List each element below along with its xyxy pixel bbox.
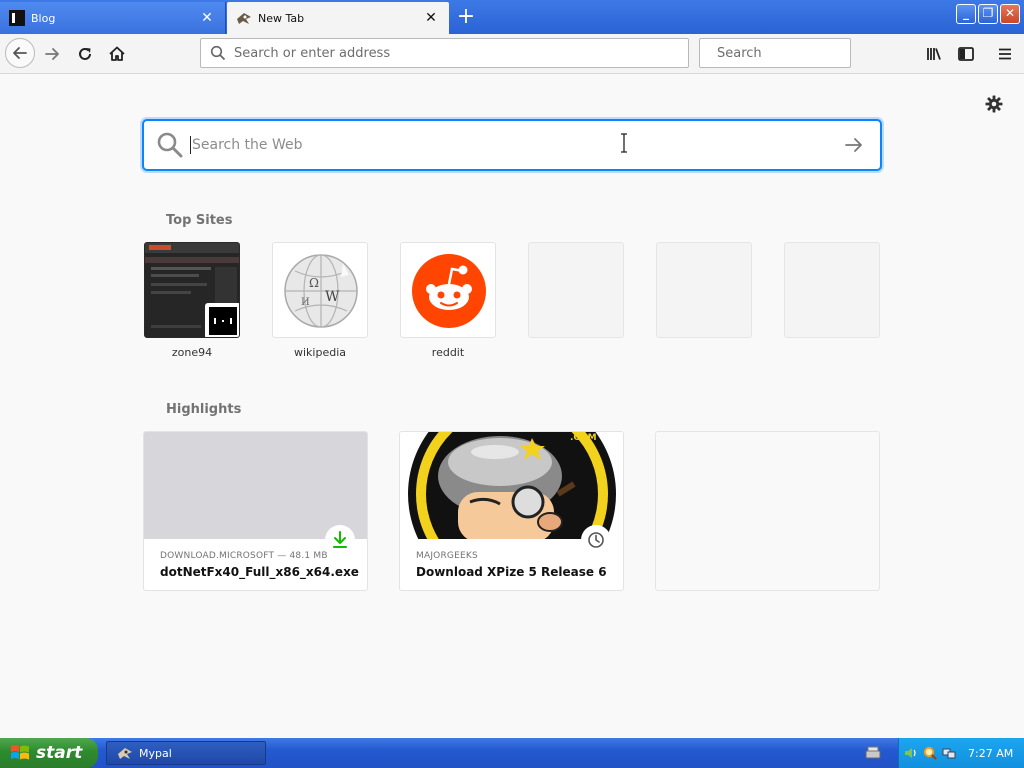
top-site-empty[interactable] xyxy=(528,242,624,360)
close-tab-icon[interactable]: ✕ xyxy=(199,10,215,26)
back-button[interactable] xyxy=(5,38,35,68)
start-label: start xyxy=(36,743,83,763)
home-icon xyxy=(109,46,125,61)
highlights-heading: Highlights xyxy=(166,402,242,417)
top-site-label: wikipedia xyxy=(293,346,346,359)
maximize-button[interactable]: ❐ xyxy=(978,4,998,24)
highlight-preview: .COM xyxy=(400,432,623,539)
top-site-label xyxy=(784,346,880,360)
empty-tile xyxy=(784,242,880,338)
svg-text:Ω: Ω xyxy=(309,276,319,290)
svg-text:W: W xyxy=(325,289,340,305)
library-icon xyxy=(927,48,941,60)
web-search-input[interactable] xyxy=(190,136,842,154)
history-badge xyxy=(581,525,611,555)
search-input[interactable] xyxy=(717,45,887,61)
network-icon[interactable] xyxy=(942,746,956,760)
mypal-icon xyxy=(118,748,132,759)
back-arrow-icon xyxy=(13,47,27,59)
highlight-domain: MAJORGEEKS xyxy=(416,551,478,561)
system-tray: 7:27 AM xyxy=(898,738,1024,768)
wikipedia-globe-icon: Ω W И xyxy=(284,254,358,328)
tab-blog[interactable]: Blog ✕ xyxy=(0,2,226,34)
forward-button[interactable] xyxy=(38,40,66,68)
close-window-button[interactable]: ✕ xyxy=(1000,4,1020,24)
top-site-label xyxy=(656,346,752,360)
download-icon xyxy=(333,531,347,548)
windows-flag-icon xyxy=(11,745,29,760)
zone94-favicon xyxy=(205,303,239,337)
search-icon xyxy=(210,45,226,61)
top-site-label xyxy=(528,346,624,360)
taskbar: start Mypal 7:27 AM xyxy=(0,738,1024,768)
top-site-reddit[interactable]: reddit xyxy=(400,242,496,360)
taskbar-item-label: Mypal xyxy=(139,746,172,760)
top-site-label: zone94 xyxy=(171,346,213,359)
taskbar-item-mypal[interactable]: Mypal xyxy=(106,741,266,765)
reddit-icon xyxy=(412,254,486,328)
download-badge xyxy=(325,525,355,555)
top-site-empty[interactable] xyxy=(784,242,880,360)
top-sites-heading: Top Sites xyxy=(166,213,233,228)
tab-title: New Tab xyxy=(258,11,305,25)
highlight-card-empty xyxy=(655,431,880,591)
search-bar[interactable] xyxy=(699,38,887,68)
search-tray-icon[interactable] xyxy=(923,746,937,760)
top-site-label: reddit xyxy=(431,346,465,359)
minimize-button[interactable]: _ xyxy=(956,4,976,24)
tab-new-tab[interactable]: New Tab ✕ xyxy=(227,2,449,34)
close-tab-icon[interactable]: ✕ xyxy=(423,10,439,26)
new-tab-page: Top Sites zone94 xyxy=(0,75,1024,738)
mypal-favicon-icon xyxy=(237,13,251,24)
gear-icon[interactable] xyxy=(984,94,1004,114)
top-site-empty[interactable] xyxy=(656,242,752,360)
blog-favicon-icon xyxy=(9,10,25,26)
zone94-thumbnail xyxy=(144,242,240,338)
address-bar[interactable] xyxy=(200,38,689,68)
empty-tile xyxy=(528,242,624,338)
search-icon xyxy=(157,132,183,158)
tab-title: Blog xyxy=(31,11,56,25)
sidebar-button[interactable] xyxy=(952,40,980,68)
new-tab-button[interactable]: + xyxy=(455,6,477,29)
speaker-icon[interactable] xyxy=(904,746,918,760)
reload-button[interactable] xyxy=(71,40,99,68)
menu-button[interactable] xyxy=(991,40,1019,68)
top-site-wikipedia[interactable]: Ω W И wikipedia xyxy=(272,242,368,360)
sidebar-icon xyxy=(958,47,974,61)
highlight-domain: DOWNLOAD.MICROSOFT — 48.1 MB xyxy=(160,551,328,561)
zone94-logo-icon xyxy=(209,307,237,335)
hamburger-menu-icon xyxy=(999,48,1011,60)
address-input[interactable] xyxy=(234,45,688,61)
highlight-preview xyxy=(144,432,367,539)
majorgeeks-mascot-image: .COM xyxy=(400,432,623,539)
highlight-card[interactable]: .COM MAJORGEEKS Download XPize 5 Release… xyxy=(399,431,624,591)
tab-strip: Blog ✕ New Tab ✕ + _ ❐ ✕ xyxy=(0,0,1024,34)
svg-text:И: И xyxy=(301,297,310,308)
arrow-right-icon[interactable] xyxy=(842,133,866,157)
svg-text:.COM: .COM xyxy=(570,433,597,443)
reload-icon xyxy=(79,47,91,60)
web-search-box[interactable] xyxy=(143,120,881,170)
navigation-toolbar xyxy=(0,34,1024,74)
clock: 7:27 AM xyxy=(968,746,1014,760)
reddit-tile xyxy=(400,242,496,338)
empty-tile xyxy=(656,242,752,338)
highlight-card[interactable]: DOWNLOAD.MICROSOFT — 48.1 MB dotNetFx40_… xyxy=(143,431,368,591)
forward-arrow-icon xyxy=(45,48,59,60)
highlight-title: Download XPize 5 Release 6 xyxy=(416,565,607,579)
library-button[interactable] xyxy=(920,40,948,68)
clock-icon xyxy=(588,532,604,548)
home-button[interactable] xyxy=(103,40,131,68)
wikipedia-tile: Ω W И xyxy=(272,242,368,338)
start-button[interactable]: start xyxy=(0,738,98,768)
network-drive-icon[interactable] xyxy=(864,744,882,762)
text-cursor-icon xyxy=(621,133,627,153)
top-site-zone94[interactable]: zone94 xyxy=(144,242,240,360)
highlight-title: dotNetFx40_Full_x86_x64.exe xyxy=(160,565,359,579)
